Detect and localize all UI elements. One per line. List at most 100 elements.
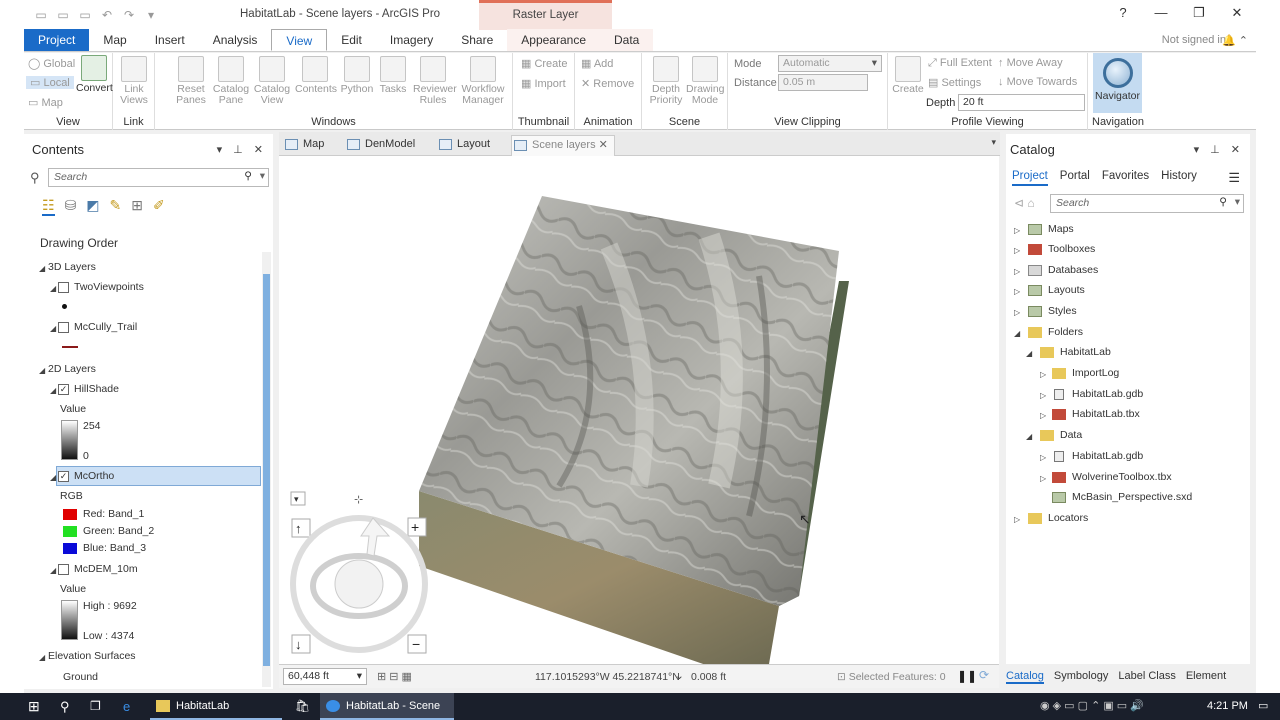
- save-icon[interactable]: ▭: [76, 8, 94, 22]
- store-icon[interactable]: 🛍: [295, 693, 310, 720]
- catalog-layouts[interactable]: Layouts: [1048, 284, 1085, 296]
- start-icon[interactable]: ⊞: [28, 693, 40, 720]
- grid-icons[interactable]: ⊞ ⊟ ▦: [377, 670, 412, 683]
- catalog-databases[interactable]: Databases: [1048, 264, 1098, 276]
- data-source-icon[interactable]: ⛁: [65, 197, 77, 216]
- clock[interactable]: 4:21 PM: [1207, 693, 1248, 720]
- item-wolverine-toolbox[interactable]: WolverineToolbox.tbx: [1072, 471, 1172, 483]
- tab-appearance[interactable]: Appearance: [507, 29, 600, 51]
- expand-icon[interactable]: ▷: [1014, 515, 1020, 524]
- move-away-button[interactable]: ↑ Move Away: [998, 57, 1063, 69]
- edge-icon[interactable]: e: [123, 693, 130, 720]
- thumbnail-create-button[interactable]: ▦ Create: [521, 57, 567, 70]
- help-button[interactable]: ?: [1104, 0, 1142, 28]
- collapse-icon[interactable]: ◢: [50, 386, 56, 395]
- expand-icon[interactable]: ▷: [1014, 226, 1020, 235]
- layer-mcdem[interactable]: McDEM_10m: [74, 563, 138, 575]
- open-icon[interactable]: ▭: [54, 8, 72, 22]
- selected-features[interactable]: ⊡ Selected Features: 0: [837, 671, 946, 683]
- pane-controls[interactable]: ▾ ⊥ ✕: [1194, 143, 1244, 156]
- view-tab-denmodel[interactable]: DenModel: [345, 135, 415, 156]
- layer-two-viewpoints[interactable]: TwoViewpoints: [74, 281, 144, 293]
- pane-controls[interactable]: ▾ ⊥ ✕: [217, 143, 267, 156]
- tab-project[interactable]: Project: [24, 29, 90, 51]
- mcdem-checkbox[interactable]: [58, 564, 69, 575]
- catalog-pane-button[interactable]: Catalog Pane: [212, 56, 250, 106]
- item-data-gdb[interactable]: HabitatLab.gdb: [1072, 450, 1143, 462]
- notification-icon[interactable]: 🔔 ⌃: [1222, 34, 1248, 47]
- signin-status[interactable]: Not signed in: [1162, 34, 1226, 46]
- expand-icon[interactable]: ▷: [1040, 453, 1046, 462]
- bottom-tab-catalog[interactable]: Catalog: [1006, 670, 1044, 684]
- tab-edit[interactable]: Edit: [327, 29, 376, 51]
- drawing-order-icon[interactable]: ☷: [42, 197, 55, 216]
- link-views-button[interactable]: Link Views: [117, 56, 151, 106]
- view-tab-map[interactable]: Map: [283, 135, 324, 156]
- reviewer-rules-button[interactable]: Reviewer Rules: [413, 56, 457, 106]
- bottom-tab-symbology[interactable]: Symbology: [1054, 670, 1108, 684]
- mccully-trail-checkbox[interactable]: [58, 322, 69, 333]
- mode-select[interactable]: Automatic ▾: [778, 55, 882, 72]
- scene-view[interactable]: ▾ ⊹ ↑ ↓ + − ↖: [279, 156, 999, 664]
- drawing-mode-button[interactable]: Drawing Mode: [686, 56, 725, 106]
- tab-map[interactable]: Map: [89, 29, 140, 51]
- menu-icon[interactable]: ☰: [1228, 170, 1240, 186]
- customize-icon[interactable]: ▾: [142, 8, 160, 22]
- catalog-locators[interactable]: Locators: [1048, 512, 1088, 524]
- contents-scrollbar[interactable]: [262, 252, 271, 687]
- tabs-dropdown-icon[interactable]: ▾: [991, 137, 996, 148]
- contents-search-input[interactable]: Search ⚲ ▾: [48, 168, 269, 187]
- expand-icon[interactable]: ▷: [1040, 370, 1046, 379]
- convert-button[interactable]: Convert: [76, 55, 113, 94]
- local-button[interactable]: ▭ Local: [26, 76, 74, 89]
- global-button[interactable]: ◯ Global: [28, 57, 75, 70]
- bottom-tab-element[interactable]: Element: [1186, 670, 1226, 684]
- collapse-icon[interactable]: ◢: [50, 473, 56, 482]
- coords-dropdown-icon[interactable]: ⌄: [675, 670, 684, 682]
- catalog-search-input[interactable]: Search ⚲ ▾: [1050, 194, 1244, 213]
- depth-priority-button[interactable]: Depth Priority: [648, 56, 684, 106]
- catalog-folders[interactable]: Folders: [1048, 326, 1083, 338]
- minimize-button[interactable]: —: [1142, 0, 1180, 28]
- expand-icon[interactable]: ▷: [1040, 411, 1046, 420]
- distance-input[interactable]: 0.05 m: [778, 74, 868, 91]
- depth-input[interactable]: 20 ft: [958, 94, 1085, 111]
- expand-icon[interactable]: ▷: [1040, 391, 1046, 400]
- navigator-button[interactable]: Navigator: [1093, 53, 1142, 113]
- expand-icon[interactable]: ▷: [1014, 308, 1020, 317]
- collapse-icon[interactable]: ◢: [1014, 329, 1020, 338]
- search-icon[interactable]: ⚲: [60, 693, 70, 720]
- collapse-icon[interactable]: ◢: [1026, 349, 1032, 358]
- selection-icon[interactable]: ◩: [86, 197, 99, 216]
- taskbar-explorer[interactable]: HabitatLab: [150, 693, 282, 720]
- group-3d-layers[interactable]: 3D Layers: [48, 261, 96, 273]
- collapse-icon[interactable]: ◢: [39, 366, 45, 375]
- redo-icon[interactable]: ↷: [120, 8, 138, 22]
- layer-mccully-trail[interactable]: McCully_Trail: [74, 321, 137, 333]
- refresh-icon[interactable]: ⟳: [979, 668, 989, 682]
- layer-hillshade[interactable]: HillShade: [74, 383, 119, 395]
- group-elevation-surfaces[interactable]: Elevation Surfaces: [48, 650, 136, 662]
- maximize-button[interactable]: ❐: [1180, 0, 1218, 28]
- expand-icon[interactable]: ▷: [1014, 267, 1020, 276]
- python-button[interactable]: Python: [339, 56, 375, 95]
- tab-analysis[interactable]: Analysis: [199, 29, 272, 51]
- snapping-icon[interactable]: ⊞: [131, 197, 143, 216]
- catalog-styles[interactable]: Styles: [1048, 305, 1077, 317]
- collapse-icon[interactable]: ◢: [50, 324, 56, 333]
- item-habitatlab-tbx[interactable]: HabitatLab.tbx: [1072, 408, 1140, 420]
- tab-insert[interactable]: Insert: [141, 29, 199, 51]
- tab-view[interactable]: View: [271, 29, 328, 51]
- tab-share[interactable]: Share: [447, 29, 507, 51]
- taskbar-arcgis[interactable]: HabitatLab - Scene la...: [320, 693, 454, 720]
- folder-importlog[interactable]: ImportLog: [1072, 367, 1119, 379]
- view-tab-layout[interactable]: Layout: [437, 135, 490, 156]
- collapse-icon[interactable]: ◢: [39, 264, 45, 273]
- task-view-icon[interactable]: ❐: [90, 693, 101, 720]
- two-viewpoints-checkbox[interactable]: [58, 282, 69, 293]
- notifications-icon[interactable]: ▭: [1258, 693, 1268, 720]
- filter-icon[interactable]: ⚲: [30, 170, 40, 186]
- new-icon[interactable]: ▭: [32, 8, 50, 22]
- folder-data[interactable]: Data: [1060, 429, 1082, 441]
- animation-add-button[interactable]: ▦ Add: [581, 57, 613, 70]
